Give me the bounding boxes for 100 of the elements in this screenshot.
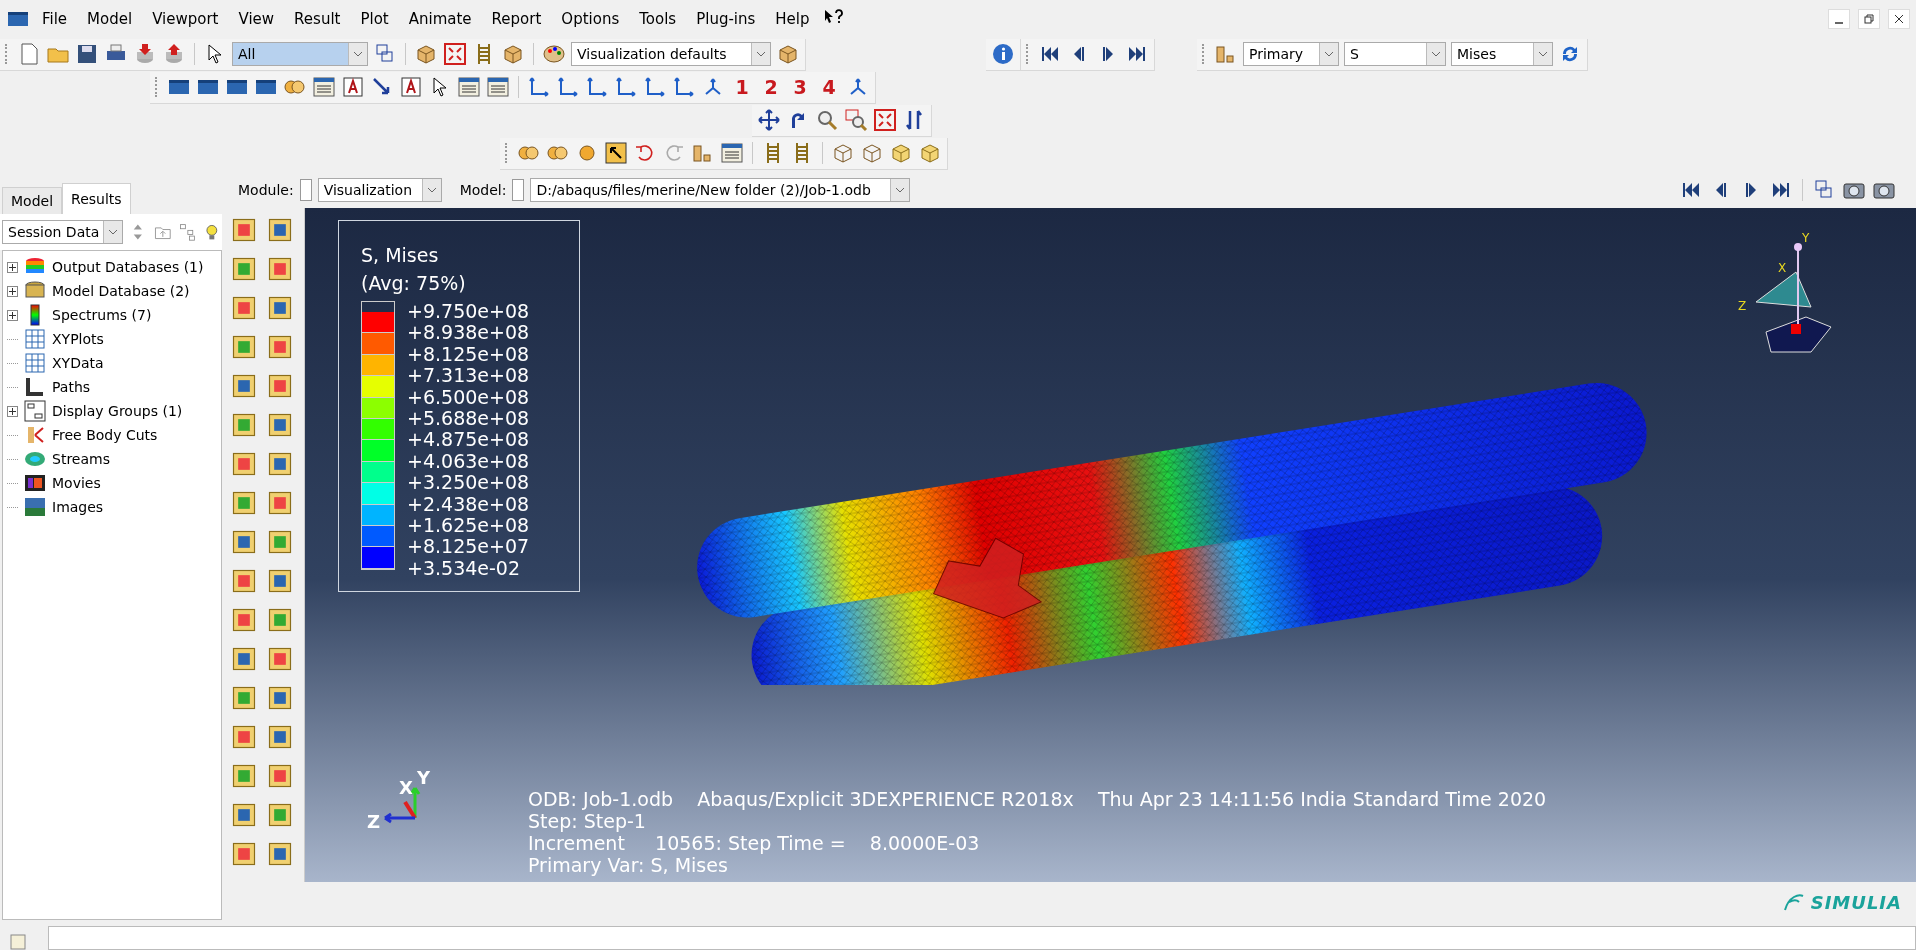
palette-icon[interactable] [542,42,566,66]
list-window-icon[interactable] [457,75,481,99]
restore-button[interactable] [1858,9,1880,29]
caret-icon[interactable] [1538,51,1548,57]
tool-icon[interactable] [230,567,258,595]
caret-icon[interactable] [1431,51,1441,57]
axis-view-icon[interactable] [643,75,667,99]
caret-icon[interactable] [756,51,766,57]
tool-icon[interactable] [230,684,258,712]
render-style-dropdown[interactable]: Visualization defaults [571,42,771,66]
tree-item[interactable]: Images [52,499,104,515]
tool-icon[interactable] [266,411,294,439]
expand-toggle-icon[interactable] [7,309,18,321]
rubber-band-icon[interactable] [443,42,467,66]
tree-item[interactable]: Display Groups (1) [52,403,183,419]
tool-icon[interactable] [266,333,294,361]
tool-icon[interactable] [266,450,294,478]
pan-icon[interactable] [757,108,781,132]
spinner-icon[interactable] [299,179,312,201]
menu-item[interactable]: Viewport [144,8,227,30]
save-icon[interactable] [75,42,99,66]
minimize-button[interactable] [1828,9,1850,29]
query-icon[interactable] [604,141,628,165]
tool-icon[interactable] [230,294,258,322]
menu-item[interactable]: Tools [631,8,685,30]
tool-icon[interactable] [266,606,294,634]
saved-view-button[interactable]: 1 [730,76,754,98]
saved-view-button[interactable]: 2 [759,76,783,98]
model-dropdown[interactable]: D:/abaqus/files/merine/New folder (2)/Job-1.odb [530,178,911,202]
tool-icon[interactable] [266,255,294,283]
group-icon[interactable] [23,399,47,423]
tree-item[interactable]: Movies [52,475,101,491]
session-data-dropdown[interactable]: Session Data [2,220,124,244]
tab[interactable]: Model [2,187,63,214]
tab[interactable]: Results [62,183,131,214]
tree-item[interactable]: Free Body Cuts [52,427,158,443]
expand-toggle-icon[interactable] [7,261,18,273]
menu-item[interactable]: Plot [352,8,397,30]
tool-icon[interactable] [266,645,294,673]
caret-icon[interactable] [426,187,437,193]
menu-item[interactable]: File [34,8,76,30]
fit-view-icon[interactable] [873,108,897,132]
menu-item[interactable]: Options [553,8,628,30]
tool-icon[interactable] [266,372,294,400]
spinner-icon[interactable] [512,179,525,201]
axis-view-icon[interactable] [585,75,609,99]
tree-item[interactable]: XYData [52,355,104,371]
saved-view-button[interactable]: 3 [788,76,812,98]
text-box-icon[interactable] [399,75,423,99]
expand-toggle-icon[interactable] [7,405,18,417]
tool-icon[interactable] [230,216,258,244]
tool-icon[interactable] [230,840,258,868]
output-invariant-dropdown[interactable]: Mises [1451,42,1553,66]
selection-filter-dropdown[interactable]: All [232,42,368,66]
tool-icon[interactable] [230,255,258,283]
module-dropdown[interactable]: Visualization [317,178,442,202]
menu-item[interactable]: Plug-ins [688,8,764,30]
output-variable-dropdown[interactable]: S [1344,42,1446,66]
tool-icon[interactable] [230,801,258,829]
box-zoom-icon[interactable] [844,108,868,132]
axis-view-icon[interactable] [527,75,551,99]
info-icon[interactable] [991,42,1015,66]
tree-item[interactable]: Paths [52,379,91,395]
caret-icon[interactable] [1324,51,1334,57]
tool-icon[interactable] [266,840,294,868]
tool-icon[interactable] [266,801,294,829]
tool-icon[interactable] [230,723,258,751]
tool-icon[interactable] [266,723,294,751]
list-window-icon[interactable] [312,75,336,99]
tool-icon[interactable] [266,489,294,517]
menu-item[interactable]: Report [483,8,550,30]
menu-item[interactable]: View [230,8,283,30]
output-category-dropdown[interactable]: Primary [1243,42,1339,66]
tool-icon[interactable] [230,372,258,400]
tool-icon[interactable] [230,333,258,361]
tool-icon[interactable] [266,294,294,322]
tool-icon[interactable] [230,528,258,556]
tree-item[interactable]: XYPlots [52,331,104,347]
tree-item[interactable]: Spectrums (7) [52,307,152,323]
tool-icon[interactable] [230,606,258,634]
tool-icon[interactable] [266,684,294,712]
menu-item[interactable]: Animate [400,8,480,30]
tool-icon[interactable] [230,645,258,673]
caret-icon[interactable] [895,187,906,193]
tree-item[interactable]: Streams [52,451,110,467]
menu-item[interactable]: Help [767,8,818,30]
caret-icon[interactable] [108,229,119,235]
list-window-icon[interactable] [720,141,744,165]
axis-view-icon[interactable] [614,75,638,99]
image-icon[interactable] [23,495,47,519]
tool-icon[interactable] [230,762,258,790]
menu-item[interactable]: Result [286,8,349,30]
axis-view-icon[interactable] [672,75,696,99]
tool-icon[interactable] [230,411,258,439]
saved-view-button[interactable]: 4 [817,76,841,98]
menu-item[interactable]: Model [79,8,141,30]
list-options-icon[interactable] [486,75,510,99]
tree-item[interactable]: Model Database (2) [52,283,190,299]
tree-item[interactable]: Output Databases (1) [52,259,204,275]
tool-icon[interactable] [230,450,258,478]
